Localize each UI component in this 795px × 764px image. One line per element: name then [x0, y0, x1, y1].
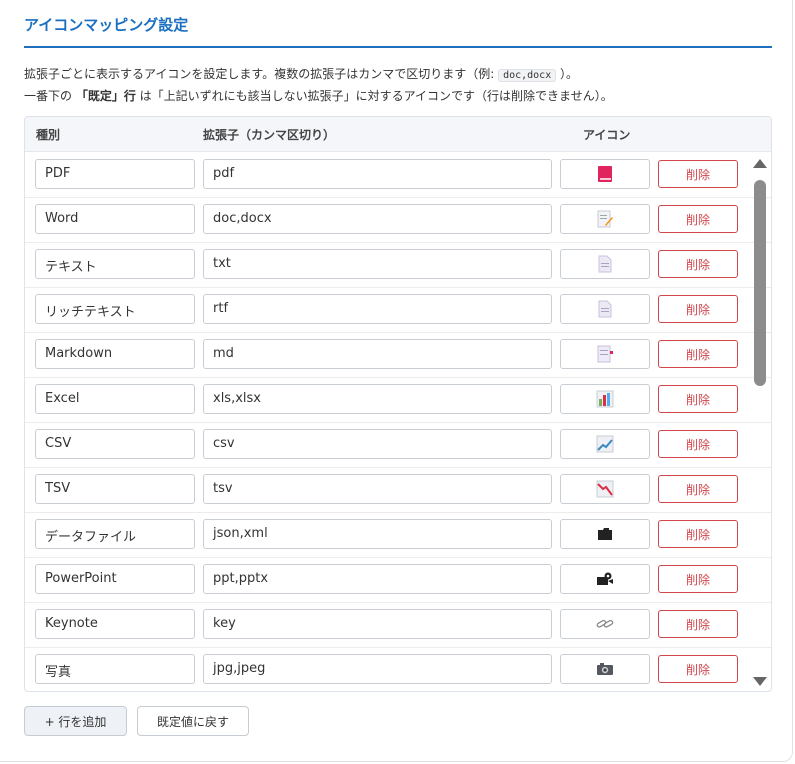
extension-input[interactable]: md — [203, 339, 552, 369]
delete-button[interactable]: 削除 — [658, 610, 738, 638]
table-row: Excel xls,xlsx 削除 — [25, 377, 771, 423]
folder-icon — [597, 527, 613, 541]
extension-input[interactable]: tsv — [203, 474, 552, 504]
description: 拡張子ごとに表示するアイコンを設定します。複数の拡張子はカンマで区切ります（例:… — [24, 64, 784, 107]
icon-picker[interactable] — [560, 474, 650, 504]
icon-picker[interactable] — [560, 429, 650, 459]
memo-icon — [597, 210, 613, 228]
reset-defaults-button[interactable]: 既定値に戻す — [137, 706, 249, 736]
kind-input[interactable]: Word — [35, 204, 195, 234]
notebook-icon — [597, 345, 613, 363]
kind-input[interactable]: PDF — [35, 159, 195, 189]
extension-input[interactable]: key — [203, 609, 552, 639]
scroll-down-arrow[interactable] — [753, 677, 767, 686]
table-row: Word doc,docx 削除 — [25, 197, 771, 243]
delete-button[interactable]: 削除 — [658, 295, 738, 323]
table-row: Keynote key 削除 — [25, 602, 771, 648]
icon-picker[interactable] — [560, 294, 650, 324]
extension-input[interactable]: rtf — [203, 294, 552, 324]
table-row: Markdown md 削除 — [25, 332, 771, 378]
header-icon: アイコン — [583, 128, 631, 142]
icon-picker[interactable] — [560, 249, 650, 279]
delete-button[interactable]: 削除 — [658, 655, 738, 683]
extension-input[interactable]: pdf — [203, 159, 552, 189]
example-code: doc,docx — [498, 69, 557, 82]
kind-input[interactable]: PowerPoint — [35, 564, 195, 594]
add-row-button[interactable]: + 行を追加 — [24, 706, 127, 736]
kind-input[interactable]: テキスト — [35, 249, 195, 279]
icon-picker[interactable] — [560, 609, 650, 639]
page-icon — [598, 255, 612, 273]
kind-input[interactable]: リッチテキスト — [35, 294, 195, 324]
icon-picker[interactable] — [560, 204, 650, 234]
extension-input[interactable]: xls,xlsx — [203, 384, 552, 414]
extension-input[interactable]: txt — [203, 249, 552, 279]
page-title: アイコンマッピング設定 — [24, 16, 189, 34]
delete-button[interactable]: 削除 — [658, 475, 738, 503]
page-icon — [598, 300, 612, 318]
kind-input[interactable]: 写真 — [35, 654, 195, 684]
default-row-emphasis: 「既定」行 — [75, 89, 136, 103]
delete-button[interactable]: 削除 — [658, 565, 738, 593]
desc-text: 一番下の — [24, 89, 76, 103]
mapping-table: 種別 拡張子（カンマ区切り） アイコン PDF pdf 削除 Word doc,docx… — [24, 116, 772, 692]
icon-picker[interactable] — [560, 654, 650, 684]
delete-button[interactable]: 削除 — [658, 250, 738, 278]
header-kind: 種別 — [36, 128, 61, 142]
description-line-1: 拡張子ごとに表示するアイコンを設定します。複数の拡張子はカンマで区切ります（例:… — [24, 64, 784, 86]
delete-button[interactable]: 削除 — [658, 160, 738, 188]
icon-picker[interactable] — [560, 384, 650, 414]
kind-input[interactable]: Markdown — [35, 339, 195, 369]
delete-button[interactable]: 削除 — [658, 520, 738, 548]
bar-chart-icon — [596, 390, 614, 408]
extension-input[interactable]: jpg,jpeg — [203, 654, 552, 684]
chart-down-icon — [596, 480, 614, 498]
kind-input[interactable]: Keynote — [35, 609, 195, 639]
chart-up-icon — [596, 435, 614, 453]
icon-picker[interactable] — [560, 339, 650, 369]
table-row: PowerPoint ppt,pptx 削除 — [25, 557, 771, 603]
icon-picker[interactable] — [560, 519, 650, 549]
table-row: リッチテキスト rtf 削除 — [25, 287, 771, 333]
kind-input[interactable]: データファイル — [35, 519, 195, 549]
table-row: PDF pdf 削除 — [25, 152, 771, 198]
kind-input[interactable]: TSV — [35, 474, 195, 504]
delete-button[interactable]: 削除 — [658, 430, 738, 458]
table-row: 写真 jpg,jpeg 削除 — [25, 647, 771, 691]
link-icon — [596, 617, 614, 631]
scroll-up-arrow[interactable] — [753, 159, 767, 168]
projector-icon — [596, 571, 614, 587]
icon-picker[interactable] — [560, 159, 650, 189]
extension-input[interactable]: doc,docx — [203, 204, 552, 234]
scrollbar-thumb[interactable] — [754, 180, 766, 386]
extension-input[interactable]: json,xml — [203, 519, 552, 549]
delete-button[interactable]: 削除 — [658, 340, 738, 368]
desc-text: 拡張子ごとに表示するアイコンを設定します。複数の拡張子はカンマで区切ります（例: — [24, 67, 499, 81]
extension-input[interactable]: csv — [203, 429, 552, 459]
book-icon — [597, 165, 613, 183]
header-ext: 拡張子（カンマ区切り） — [203, 128, 336, 142]
kind-input[interactable]: Excel — [35, 384, 195, 414]
delete-button[interactable]: 削除 — [658, 205, 738, 233]
table-row: テキスト txt 削除 — [25, 242, 771, 288]
description-line-2: 一番下の 「既定」行 は「上記いずれにも該当しない拡張子」に対するアイコンです（… — [24, 86, 784, 107]
table-row: TSV tsv 削除 — [25, 467, 771, 513]
camera-icon — [596, 662, 614, 676]
desc-text: は「上記いずれにも該当しない拡張子」に対するアイコンです（行は削除できません）。 — [135, 89, 613, 103]
extension-input[interactable]: ppt,pptx — [203, 564, 552, 594]
table-row: CSV csv 削除 — [25, 422, 771, 468]
table-header: 種別 拡張子（カンマ区切り） アイコン — [25, 117, 771, 152]
kind-input[interactable]: CSV — [35, 429, 195, 459]
desc-text: ）。 — [556, 67, 579, 81]
table-row: データファイル json,xml 削除 — [25, 512, 771, 558]
delete-button[interactable]: 削除 — [658, 385, 738, 413]
title-divider — [24, 46, 772, 48]
icon-picker[interactable] — [560, 564, 650, 594]
settings-card: アイコンマッピング設定 拡張子ごとに表示するアイコンを設定します。複数の拡張子は… — [0, 0, 793, 762]
